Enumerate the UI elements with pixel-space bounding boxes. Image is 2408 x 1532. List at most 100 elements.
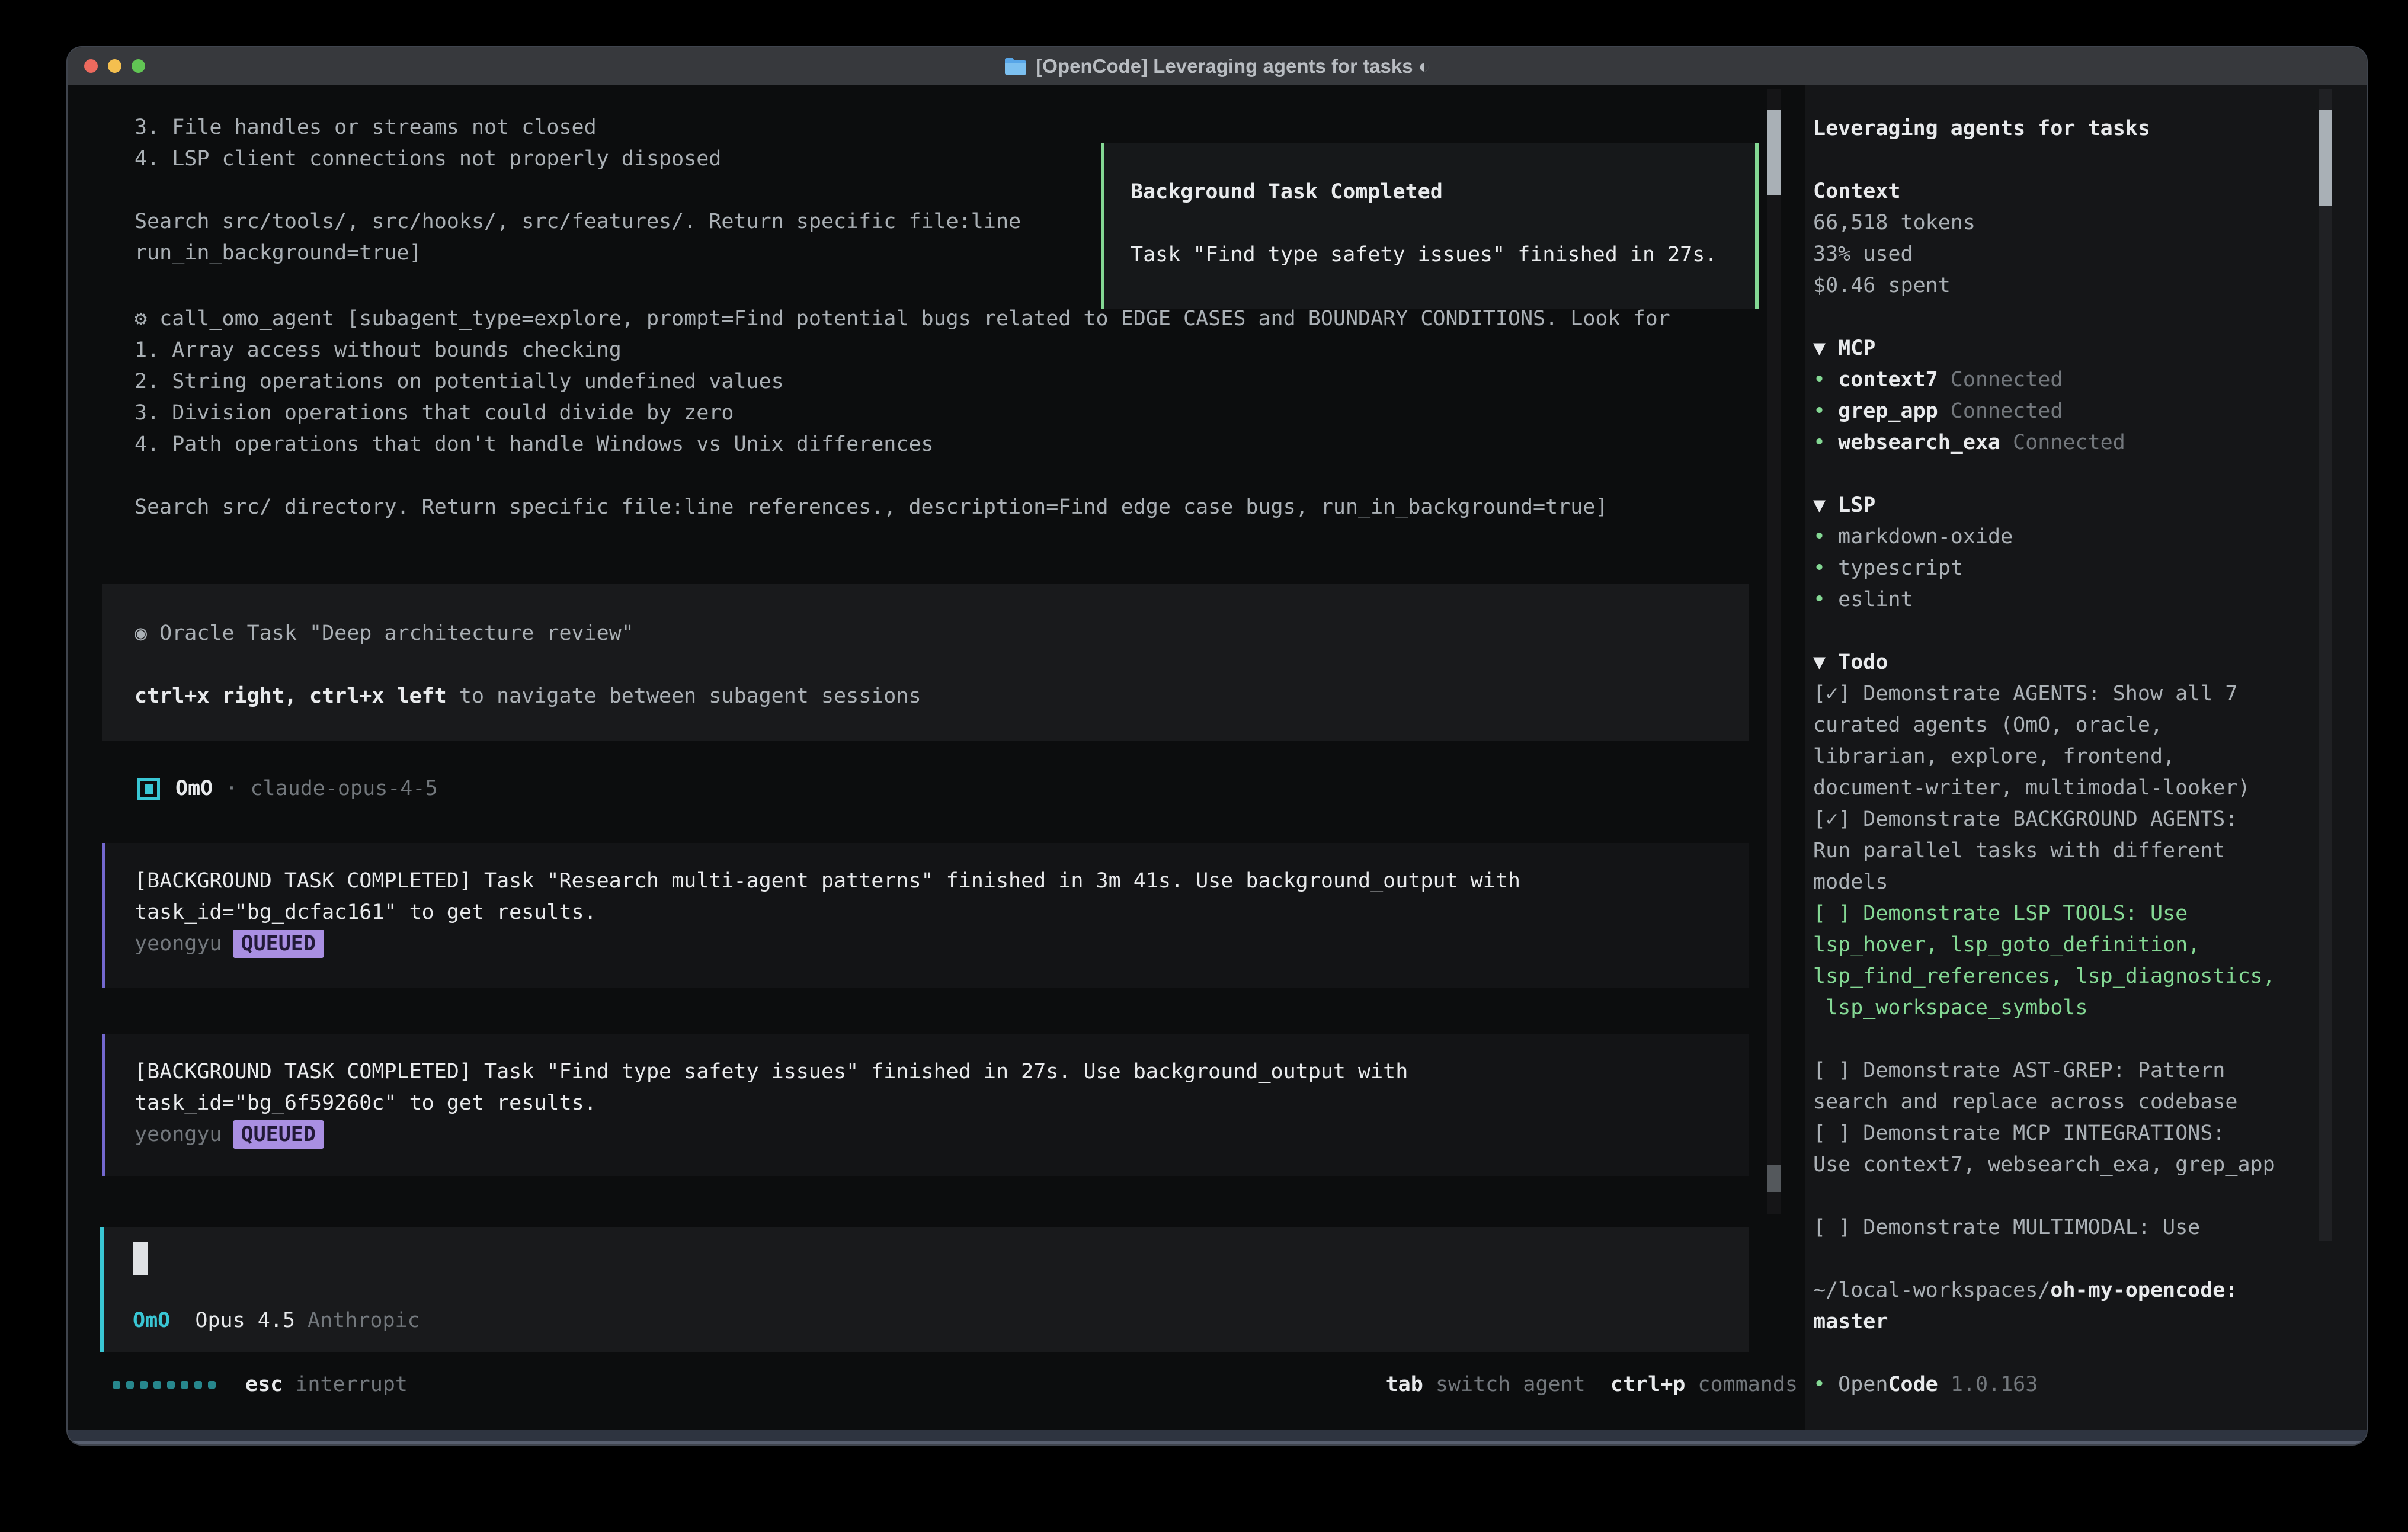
text-line: 3. Division operations that could divide…: [135, 398, 1670, 429]
text-line: [1813, 1024, 2275, 1055]
text-line: [✓] Demonstrate BACKGROUND AGENTS:: [1813, 804, 2275, 835]
text-line: 66,518 tokens: [1813, 207, 2275, 239]
sidebar-scrollbar-thumb[interactable]: [2319, 110, 2332, 206]
prompt-input[interactable]: OmO Opus 4.5 Anthropic: [100, 1227, 1749, 1352]
window-titlebar[interactable]: [OpenCode] Leveraging agents for tasks ◐: [68, 47, 2367, 86]
text-line: 2. String operations on potentially unde…: [135, 366, 1670, 398]
activity-dot: [208, 1381, 216, 1389]
text-line: • markdown-oxide: [1813, 521, 2275, 553]
activity-dot: [113, 1381, 120, 1389]
text-line: • OpenCode 1.0.163: [1813, 1369, 2275, 1400]
text-line: lsp_workspace_symbols: [1813, 992, 2275, 1024]
traffic-lights: [84, 59, 145, 73]
text-line: Leveraging agents for tasks: [1813, 113, 2275, 145]
text-line: yeongyuQUEUED: [135, 1119, 1749, 1150]
opencode-terminal-window: [OpenCode] Leveraging agents for tasks ◐…: [66, 46, 2368, 1446]
text-line: task_id="bg_dcfac161" to get results.: [135, 897, 1749, 928]
text-line: [BACKGROUND TASK COMPLETED] Task "Find t…: [135, 1056, 1749, 1088]
close-button[interactable]: [84, 59, 98, 73]
text-line: [ ] Demonstrate MULTIMODAL: Use: [1813, 1212, 2275, 1243]
text-line: [ ] Demonstrate AST-GREP: Pattern: [1813, 1055, 2275, 1086]
sidebar-scrollbar-track[interactable]: [2319, 89, 2332, 1241]
text-line: tab switch agent ctrl+p commands: [1386, 1369, 1798, 1400]
omo-agent-session-tab[interactable]: OmO · claude-opus-4-5: [137, 773, 438, 805]
activity-dot: [167, 1381, 175, 1389]
activity-dot: [194, 1381, 202, 1389]
notification-title: Background Task Completed: [1131, 177, 1755, 208]
text-line: [✓] Demonstrate AGENTS: Show all 7: [1813, 678, 2275, 710]
text-line: Run parallel tasks with different: [1813, 835, 2275, 867]
text-line: Use context7, websearch_exa, grep_app: [1813, 1149, 2275, 1181]
status-bar: esc interrupt tab switch agent ctrl+p co…: [113, 1369, 1798, 1400]
text-line: ▼ Todo: [1813, 647, 2275, 678]
text-line: librarian, explore, frontend,: [1813, 741, 2275, 773]
notification-body: Task "Find type safety issues" finished …: [1131, 239, 1755, 271]
background-task-card-1: [BACKGROUND TASK COMPLETED] Task "Resear…: [102, 843, 1749, 988]
text-line: run_in_background=true]: [135, 238, 1021, 269]
main-scrollbar-track[interactable]: [1767, 89, 1781, 1214]
text-line: 3. File handles or streams not closed: [135, 112, 1021, 143]
text-line: 1. Array access without bounds checking: [135, 335, 1670, 366]
agent-session-label: OmO · claude-opus-4-5: [175, 773, 438, 805]
status-left: esc interrupt: [113, 1369, 408, 1400]
text-line: • typescript: [1813, 553, 2275, 584]
text-line: Context: [1813, 176, 2275, 207]
activity-dot: [153, 1381, 161, 1389]
text-line: [1813, 302, 2275, 333]
desktop: { "window": { "title": "[OpenCode] Lever…: [0, 0, 2408, 1532]
text-line: models: [1813, 867, 2275, 898]
text-line: ~/local-workspaces/oh-my-opencode:: [1813, 1275, 2275, 1306]
terminal-content: 3. File handles or streams not closed4. …: [68, 85, 2367, 1430]
text-line: [135, 649, 1749, 681]
text-line: • websearch_exa Connected: [1813, 427, 2275, 459]
text-line: curated agents (OmO, oracle,: [1813, 710, 2275, 741]
text-line: [135, 460, 1670, 492]
window-title: [OpenCode] Leveraging agents for tasks ◐: [68, 47, 2367, 85]
text-line: yeongyuQUEUED: [135, 928, 1749, 960]
text-line: Search src/ directory. Return specific f…: [135, 492, 1670, 523]
text-line: 33% used: [1813, 239, 2275, 270]
text-line: lsp_find_references, lsp_diagnostics,: [1813, 961, 2275, 992]
text-line: ctrl+x right, ctrl+x left to navigate be…: [135, 681, 1749, 712]
sidebar-info: Leveraging agents for tasks Context66,518…: [1813, 113, 2275, 1400]
esc-interrupt-hint: esc interrupt: [245, 1369, 408, 1400]
text-line: • grep_app Connected: [1813, 396, 2275, 427]
text-line: $0.46 spent: [1813, 270, 2275, 302]
text-line: [1813, 1181, 2275, 1212]
text-line: [ ] Demonstrate LSP TOOLS: Use: [1813, 898, 2275, 930]
text-line: ◉ Oracle Task "Deep architecture review": [135, 618, 1749, 649]
main-scrollbar-thumb[interactable]: [1767, 110, 1781, 195]
agent-output-block-1: 3. File handles or streams not closed4. …: [135, 112, 1021, 269]
model-indicator: OmO Opus 4.5 Anthropic: [133, 1305, 420, 1337]
text-line: OmO Opus 4.5 Anthropic: [133, 1305, 420, 1337]
text-cursor: [133, 1242, 148, 1275]
notification-spacer: [1131, 208, 1755, 239]
activity-dot: [181, 1381, 188, 1389]
text-line: search and replace across codebase: [1813, 1086, 2275, 1118]
text-line: esc interrupt: [245, 1369, 408, 1400]
minimize-button[interactable]: [108, 59, 121, 73]
text-line: [BACKGROUND TASK COMPLETED] Task "Resear…: [135, 866, 1749, 897]
session-sidebar: Leveraging agents for tasks Context66,518…: [1805, 85, 2367, 1430]
text-line: [135, 175, 1021, 206]
text-line: Search src/tools/, src/hooks/, src/featu…: [135, 206, 1021, 238]
text-line: 4. LSP client connections not properly d…: [135, 143, 1021, 175]
text-line: [1813, 1243, 2275, 1275]
keyboard-shortcut-hints: tab switch agent ctrl+p commands: [1386, 1369, 1798, 1400]
folder-icon: [1004, 57, 1027, 76]
background-task-card-2: [BACKGROUND TASK COMPLETED] Task "Find t…: [102, 1034, 1749, 1176]
text-line: [1813, 145, 2275, 176]
text-line: task_id="bg_6f59260c" to get results.: [135, 1088, 1749, 1119]
window-title-text: [OpenCode] Leveraging agents for tasks ◐: [1036, 55, 1430, 78]
main-scrollbar-marker[interactable]: [1767, 1165, 1781, 1192]
text-line: [ ] Demonstrate MCP INTEGRATIONS:: [1813, 1118, 2275, 1149]
text-line: ▼ LSP: [1813, 490, 2275, 521]
zoom-button[interactable]: [132, 59, 145, 73]
text-line: document-writer, multimodal-looker): [1813, 773, 2275, 804]
text-line: [1813, 616, 2275, 647]
text-line: OmO · claude-opus-4-5: [175, 773, 438, 805]
text-line: lsp_hover, lsp_goto_definition,: [1813, 930, 2275, 961]
text-line: • context7 Connected: [1813, 364, 2275, 396]
agent-output-block-2: ⚙ call_omo_agent [subagent_type=explore,…: [135, 303, 1670, 523]
activity-dot: [140, 1381, 148, 1389]
